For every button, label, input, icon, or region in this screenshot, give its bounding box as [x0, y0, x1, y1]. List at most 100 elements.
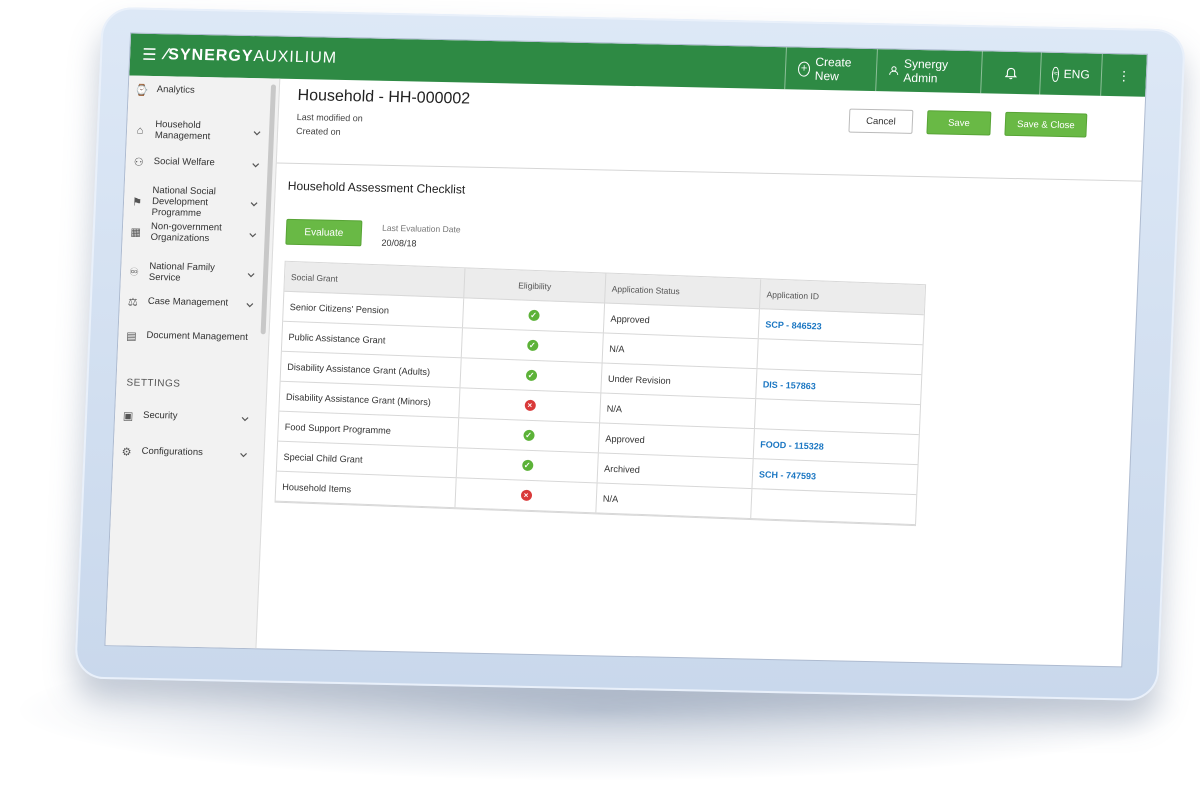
sidebar-item-configurations[interactable]: ⚙ Configurations	[119, 445, 248, 461]
last-evaluation-date: 20/08/18	[381, 237, 417, 249]
sidebar-item-label: National Social Development Programme	[151, 184, 217, 219]
home-icon: ⌂	[136, 124, 144, 137]
sidebar-item-document-management[interactable]: ▤ Document Management	[124, 329, 253, 345]
document-icon: ▤	[125, 330, 137, 343]
chevron-down-icon	[249, 233, 257, 238]
sidebar-item-label: Analytics	[156, 84, 196, 96]
language-label: ENG	[1063, 67, 1091, 82]
globe-icon: ≈	[1051, 66, 1060, 82]
bell-icon	[1004, 67, 1018, 79]
status-cell: Approved	[603, 303, 760, 339]
family-icon: ♾	[128, 266, 140, 280]
last-evaluation-label: Last Evaluation Date	[381, 222, 461, 235]
sidebar-item-household-management[interactable]: ⌂ Household Management	[133, 119, 262, 145]
chevron-down-icon	[247, 272, 255, 278]
app-id-cell: SCH - 747593	[752, 459, 917, 494]
notifications-button[interactable]	[980, 51, 1041, 95]
chart-icon: ⌚	[134, 84, 149, 97]
column-header-status: Application Status	[605, 273, 762, 309]
brand-sub-text: AUXILIUM	[253, 48, 338, 67]
application-id-link[interactable]: FOOD - 115328	[760, 439, 824, 451]
brand-logo: ∕SYNERGYAUXILIUM	[164, 46, 337, 68]
sidebar-item-label: Configurations	[141, 445, 204, 459]
chevron-down-icon	[240, 452, 248, 457]
app-id-cell: DIS - 157863	[756, 369, 921, 404]
gear-icon: ⚙	[121, 446, 132, 459]
sidebar-item-analytics[interactable]: ⌚ Analytics	[134, 84, 263, 100]
evaluate-button[interactable]: Evaluate	[285, 218, 363, 247]
status-cell: N/A	[600, 393, 757, 429]
sidebar-item-label: National Family Service	[148, 260, 216, 284]
check-circle-icon: ✓	[525, 369, 537, 382]
user-icon	[889, 66, 899, 76]
settings-heading: SETTINGS	[126, 377, 181, 390]
sidebar-item-national-family-service[interactable]: ♾ National Family Service	[127, 261, 256, 286]
scales-icon: ⚖	[127, 296, 139, 309]
app-id-cell	[751, 489, 916, 524]
sidebar-item-case-management[interactable]: ⚖ Case Management	[126, 295, 255, 311]
check-circle-icon: ✓	[521, 459, 533, 472]
application-id-link[interactable]: SCH - 747593	[759, 469, 816, 481]
eligibility-cell: ✓	[460, 358, 603, 393]
user-name-label: Synergy Admin	[903, 56, 949, 86]
checklist-title: Household Assessment Checklist	[287, 178, 466, 197]
eligibility-cell: ×	[455, 478, 598, 513]
sidebar-item-label: Security	[142, 409, 178, 422]
app-id-cell	[755, 399, 920, 434]
sidebar-item-label: Household Management	[154, 119, 211, 143]
cancel-button[interactable]: Cancel	[848, 108, 914, 134]
sidebar-item-label: Document Management	[146, 329, 249, 344]
chevron-down-icon	[252, 162, 260, 167]
save-and-close-button[interactable]: Save & Close	[1004, 111, 1088, 138]
check-circle-icon: ✓	[522, 429, 535, 442]
record-header: Household - HH-000002 Last modified on C…	[276, 78, 1146, 182]
eligibility-cell: ✓	[463, 298, 606, 333]
status-cell: Approved	[598, 423, 755, 459]
eligibility-cell: ✓	[456, 448, 599, 483]
page-title: Household - HH-000002	[297, 86, 471, 108]
application-id-link[interactable]: DIS - 157863	[763, 379, 816, 391]
cross-circle-icon: ×	[520, 489, 532, 501]
eligibility-cell: ×	[459, 388, 602, 423]
sidebar-item-social-welfare[interactable]: ⚇ Social Welfare	[131, 156, 260, 172]
save-button[interactable]: Save	[926, 110, 992, 136]
sidebar: ⌚ Analytics ⌂ Household Management ⚇ Soc…	[105, 75, 281, 649]
user-menu-button[interactable]: Synergy Admin	[875, 49, 982, 94]
column-header-eligibility: Eligibility	[464, 268, 607, 303]
chevron-down-icon	[250, 202, 258, 207]
sidebar-item-security[interactable]: ▣ Security	[121, 409, 250, 425]
cross-circle-icon: ×	[524, 399, 536, 412]
sidebar-item-ngo[interactable]: ▦ Non-government Organizations	[128, 221, 257, 246]
plus-circle-icon: +	[797, 60, 811, 77]
vertical-dots-icon: ⋮	[1117, 67, 1131, 83]
column-header-app-id: Application ID	[766, 288, 820, 301]
create-new-label: Create New	[814, 54, 852, 84]
status-cell: N/A	[596, 483, 753, 519]
app-id-cell	[757, 339, 922, 374]
language-button[interactable]: ≈ ENG	[1039, 52, 1102, 96]
table-body: Senior Citizens' Pension ✓ Approved SCP - 8…	[275, 291, 924, 526]
create-new-button[interactable]: + Create New	[784, 47, 877, 92]
status-cell: Under Revision	[601, 363, 758, 399]
sidebar-item-national-social-development[interactable]: ⚑ National Social Development Programme	[129, 184, 258, 221]
sidebar-item-label: Social Welfare	[153, 156, 216, 169]
created-on-text: Created on	[295, 125, 341, 137]
grant-name-cell: Household Items	[275, 471, 457, 508]
app-id-cell: FOOD - 115328	[754, 429, 919, 464]
people-icon: ⚇	[133, 156, 144, 169]
chevron-down-icon	[241, 416, 249, 421]
main-content: Household - HH-000002 Last modified on C…	[256, 78, 1146, 667]
chevron-down-icon	[246, 302, 254, 307]
application-id-link[interactable]: SCP - 846523	[765, 319, 822, 331]
brand-main-text: SYNERGY	[167, 46, 254, 66]
eligibility-cell: ✓	[461, 328, 604, 363]
bank-icon: ⚑	[131, 196, 143, 209]
status-cell: Archived	[597, 453, 754, 489]
more-options-button[interactable]: ⋮	[1100, 53, 1147, 97]
grant-table: Social Grant Eligibility Application Sta…	[274, 260, 927, 527]
monitor-frame: ☰ ∕SYNERGYAUXILIUM + Create New Synergy …	[74, 6, 1186, 702]
hamburger-menu-icon[interactable]: ☰	[142, 45, 157, 65]
sidebar-item-label: Non-government Organizations	[150, 220, 223, 245]
status-cell: N/A	[602, 333, 759, 369]
check-circle-icon: ✓	[527, 309, 540, 322]
